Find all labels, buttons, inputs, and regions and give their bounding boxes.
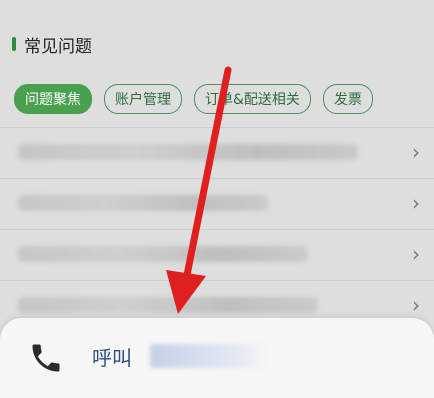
- chip-order-delivery[interactable]: 订单&配送相关: [194, 84, 311, 114]
- chevron-right-icon: ›: [412, 140, 420, 164]
- call-label[interactable]: 呼叫: [92, 342, 132, 371]
- faq-list-item[interactable]: ›: [0, 127, 434, 178]
- chevron-right-icon: ›: [412, 293, 420, 317]
- faq-section-header: 常见问题: [12, 30, 92, 58]
- chip-invoice[interactable]: 发票: [322, 84, 373, 114]
- chevron-right-icon: ›: [412, 191, 420, 215]
- faq-title: 常见问题: [24, 36, 92, 57]
- phone-icon: [32, 344, 60, 372]
- blurred-question-text: [18, 195, 268, 211]
- faq-list-item[interactable]: ›: [0, 229, 434, 280]
- chip-question-focus[interactable]: 问题聚焦: [14, 84, 92, 114]
- faq-list-item[interactable]: ›: [0, 178, 434, 229]
- blurred-question-text: [18, 246, 308, 262]
- section-marker: [12, 37, 16, 51]
- redacted-phone-number: [150, 344, 270, 368]
- chip-account-management[interactable]: 账户管理: [104, 84, 182, 114]
- chevron-right-icon: ›: [412, 242, 420, 266]
- blurred-question-text: [18, 297, 318, 313]
- faq-list: › › › ›: [0, 127, 434, 331]
- blurred-question-text: [18, 144, 358, 160]
- call-bar[interactable]: 呼叫: [0, 318, 434, 398]
- faq-category-chips: 问题聚焦 账户管理 订单&配送相关 发票: [14, 84, 373, 114]
- faq-panel: 常见问题 问题聚焦 账户管理 订单&配送相关 发票 › › › ›: [0, 0, 434, 330]
